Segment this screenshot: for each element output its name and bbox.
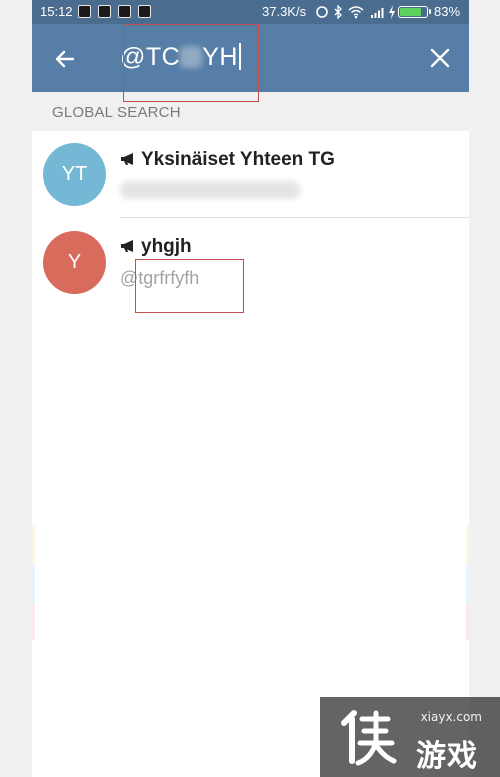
network-speed: 37.3K/s: [262, 4, 307, 19]
watermark: xiayx.com 游戏: [320, 697, 500, 777]
watermark-brand: 游戏: [416, 739, 478, 774]
avatar: Y: [43, 231, 106, 294]
divider: [120, 217, 469, 218]
edge-artifact: [32, 605, 35, 640]
status-bar: 15:12 37.3K/s 83%: [32, 0, 469, 24]
wifi-icon: [348, 5, 364, 22]
highlight-box-username: [135, 259, 244, 313]
telegram-search-screen: 15:12 37.3K/s 83% @TC YH GLOBAL SEARCH Y…: [32, 0, 469, 777]
edge-artifact: [466, 565, 469, 605]
battery-icon: [398, 6, 431, 18]
avatar-initials: YT: [61, 163, 88, 185]
section-title: GLOBAL SEARCH: [52, 104, 181, 121]
back-button[interactable]: [50, 44, 80, 74]
clear-search-button[interactable]: [426, 44, 454, 72]
notification-icon: [78, 5, 91, 18]
result-title: Yksinäiset Yhteen TG: [120, 149, 335, 171]
megaphone-icon: [121, 240, 133, 252]
charging-icon: [388, 5, 396, 22]
battery-percent: 83%: [434, 4, 461, 19]
status-time: 15:12: [40, 4, 73, 19]
battery-level: [400, 8, 421, 16]
avatar-initials: Y: [67, 251, 82, 273]
result-title-text: yhgjh: [141, 236, 192, 257]
watermark-logo-icon: [341, 710, 397, 766]
edge-artifact: [466, 605, 469, 640]
result-title-text: Yksinäiset Yhteen TG: [141, 149, 335, 170]
search-result-row[interactable]: YT Yksinäiset Yhteen TG: [32, 131, 469, 219]
edge-artifact: [466, 525, 469, 565]
redacted-username: [120, 181, 300, 199]
megaphone-icon: [121, 153, 133, 165]
notification-icon: [138, 5, 151, 18]
search-result-row[interactable]: Y yhgjh @tgrfrfyfh: [32, 219, 469, 307]
signal-icon: [370, 5, 386, 22]
notification-icon: [118, 5, 131, 18]
result-title: yhgjh: [120, 236, 192, 258]
sync-icon: [315, 5, 329, 22]
notification-icon: [98, 5, 111, 18]
close-icon: [430, 48, 450, 68]
edge-artifact: [32, 565, 35, 605]
edge-artifact: [32, 525, 35, 565]
watermark-domain: xiayx.com: [420, 710, 482, 724]
bluetooth-icon: [333, 4, 343, 22]
highlight-box-search: [123, 24, 259, 102]
avatar: YT: [43, 143, 106, 206]
arrow-left-icon: [55, 50, 75, 68]
